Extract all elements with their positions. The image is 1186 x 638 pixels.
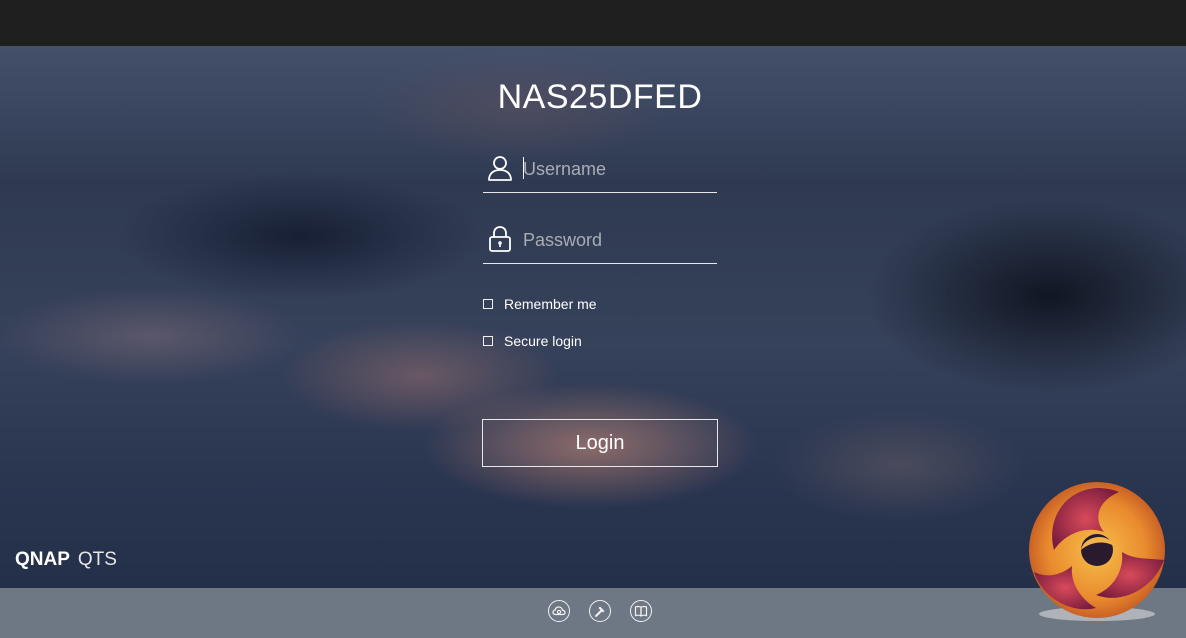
username-field[interactable] [483, 148, 717, 193]
login-button[interactable]: Login [482, 419, 718, 467]
password-field[interactable] [483, 219, 717, 264]
remember-me-label: Remember me [504, 296, 597, 312]
brand-label: QNAP QTS [15, 549, 117, 571]
triskelion-logo [1029, 482, 1165, 621]
username-input[interactable] [523, 154, 713, 184]
secure-login-label: Secure login [504, 333, 582, 349]
password-input[interactable] [523, 225, 713, 255]
secure-login-option[interactable]: Secure login [483, 332, 582, 350]
top-bar [0, 0, 1186, 46]
brand-product: QTS [77, 549, 117, 570]
user-icon [488, 156, 512, 181]
text-caret [523, 157, 524, 179]
remember-me-checkbox[interactable] [483, 299, 493, 309]
secure-login-checkbox[interactable] [483, 336, 493, 346]
device-name-title: NAS25DFED [497, 78, 703, 116]
footer-bar [0, 588, 1186, 638]
brand-company: QNAP [15, 549, 70, 570]
lock-icon [489, 226, 511, 252]
tools-icon[interactable] [589, 600, 611, 622]
login-background: NAS25DFED Remember me Secure login Login… [0, 46, 1186, 588]
remember-me-option[interactable]: Remember me [483, 295, 597, 313]
book-icon[interactable] [630, 600, 652, 622]
cloud-icon[interactable] [548, 600, 570, 622]
